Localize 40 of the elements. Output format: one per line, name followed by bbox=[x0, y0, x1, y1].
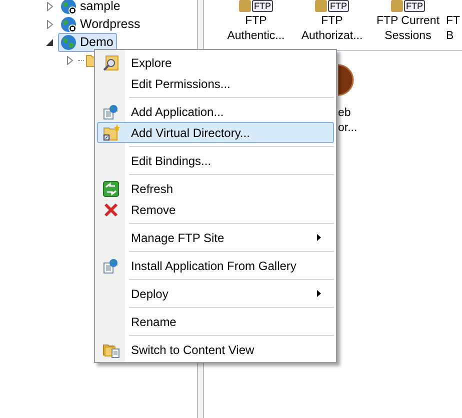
menu-item[interactable]: Switch to Content View bbox=[97, 339, 334, 360]
menu-item[interactable]: Rename bbox=[97, 311, 334, 332]
feature-label[interactable]: FTP Authorizat... bbox=[301, 14, 363, 44]
application-icon bbox=[103, 104, 119, 120]
application-icon bbox=[103, 258, 119, 274]
folder-search-icon bbox=[103, 54, 119, 70]
menu-item[interactable]: Deploy bbox=[97, 283, 334, 304]
menu-item[interactable]: Manage FTP Site bbox=[97, 227, 334, 248]
ftp-badge: FTP bbox=[328, 0, 349, 12]
feature-icon bbox=[315, 0, 327, 12]
menu-item[interactable]: Explore bbox=[97, 52, 334, 73]
feature-label[interactable]: FTP Authentic... bbox=[227, 14, 285, 44]
globe-icon bbox=[60, 16, 77, 32]
folders-document-icon bbox=[102, 342, 120, 358]
ftp-badge: FTP bbox=[404, 0, 425, 12]
expand-icon[interactable] bbox=[46, 2, 54, 10]
feature-icon bbox=[338, 64, 354, 96]
tree-item[interactable]: Demo bbox=[58, 32, 118, 52]
menu-item[interactable]: Add Virtual Directory... bbox=[97, 122, 334, 143]
menu-item[interactable]: Edit Permissions... bbox=[97, 73, 334, 94]
feature-icon bbox=[391, 0, 403, 12]
remove-icon bbox=[104, 202, 118, 216]
folder-shortcut-icon bbox=[102, 124, 120, 141]
feature-label[interactable]: FTP Current Sessions bbox=[376, 14, 440, 44]
refresh-icon bbox=[103, 180, 119, 196]
globe-icon bbox=[60, 34, 77, 50]
expand-icon[interactable] bbox=[46, 20, 54, 28]
menu-item[interactable]: Install Application From Gallery bbox=[97, 255, 334, 276]
feature-icon bbox=[239, 0, 251, 12]
menu-item[interactable]: Add Application... bbox=[97, 101, 334, 122]
tree-item[interactable]: Wordpress bbox=[58, 14, 144, 34]
feature-label[interactable]: FT B bbox=[446, 14, 460, 44]
collapse-icon[interactable] bbox=[46, 38, 54, 46]
tree-item[interactable]: sample bbox=[58, 0, 124, 16]
menu-item[interactable]: Refresh bbox=[97, 178, 334, 199]
menu-item[interactable]: Edit Bindings... bbox=[97, 150, 334, 171]
menu-item[interactable]: Remove bbox=[97, 199, 334, 220]
feature-label[interactable]: eb or... bbox=[338, 106, 358, 136]
ftp-badge: FTP bbox=[252, 0, 273, 12]
expand-icon[interactable] bbox=[66, 56, 74, 64]
